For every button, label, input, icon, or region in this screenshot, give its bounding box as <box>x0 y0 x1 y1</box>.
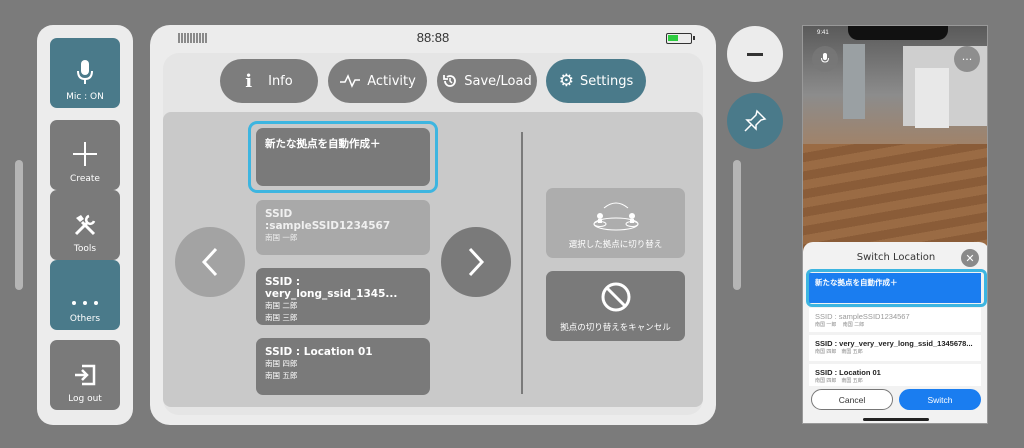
left-resize-handle[interactable] <box>15 160 23 290</box>
close-icon: ✕ <box>965 251 975 265</box>
phone-location-item[interactable]: SSID : sampleSSID1234567 南国 一郎 南国 二郎 <box>809 308 981 332</box>
location-card[interactable]: SSID : Location 01 南国 四郎 南国 五郎 <box>256 338 430 395</box>
panel-divider <box>521 132 523 394</box>
phone-location-title: SSID : Location 01 <box>815 368 881 377</box>
tab-info-label: Info <box>268 73 293 89</box>
phone-switch-button[interactable]: Switch <box>899 389 981 410</box>
others-label: Others <box>69 314 101 324</box>
logout-label: Log out <box>68 394 102 404</box>
cancel-switch-label: 拠点の切り替えをキャンセル <box>560 323 671 333</box>
logout-button[interactable]: Log out <box>50 340 120 410</box>
tab-settings-label: Settings <box>579 73 634 89</box>
pin-button[interactable] <box>727 93 783 149</box>
phone-location-sub: 南国 四郎 南国 五郎 <box>815 378 863 384</box>
history-icon <box>443 75 457 87</box>
tools-label: Tools <box>73 244 97 254</box>
mic-button[interactable]: Mic : ON <box>50 38 120 108</box>
mic-icon <box>821 53 829 63</box>
phone-selection-highlight <box>806 269 987 307</box>
selection-highlight <box>248 121 438 193</box>
tab-activity-label: Activity <box>367 73 416 89</box>
location-switch-icon <box>593 202 638 231</box>
cancel-switch-button[interactable]: 拠点の切り替えをキャンセル <box>546 271 685 341</box>
home-indicator <box>863 418 929 421</box>
tab-save-load[interactable]: Save/Load <box>437 59 537 103</box>
location-card[interactable]: SSID : very_long_ssid_1345... 南国 二郎 南国 三… <box>256 268 430 325</box>
minus-icon <box>747 52 763 56</box>
create-button[interactable]: Create <box>50 120 120 190</box>
right-resize-handle[interactable] <box>733 160 741 290</box>
next-page-button[interactable] <box>441 227 511 297</box>
phone-location-title: SSID : very_very_very_long_ssid_1345678.… <box>815 339 973 348</box>
mic-label: Mic : ON <box>66 92 104 102</box>
more-icon <box>72 301 98 305</box>
minimize-button[interactable] <box>727 26 783 82</box>
battery-icon <box>666 33 695 44</box>
phone-location-sub: 南国 四郎 南国 五郎 <box>815 349 863 355</box>
tools-button[interactable]: Tools <box>50 190 120 260</box>
phone-switch-label: Switch <box>927 394 953 405</box>
gear-icon: ⚙ <box>558 71 574 91</box>
tab-settings[interactable]: ⚙ Settings <box>546 59 646 103</box>
switch-location-label: 選択した拠点に切り替え <box>568 240 663 250</box>
phone-notch <box>848 26 948 40</box>
status-time: 88:88 <box>416 30 450 45</box>
location-card-user: 南国 二郎 <box>265 301 298 310</box>
left-sidebar: Mic : ON Create Tools Others Log out <box>37 25 133 425</box>
phone-status-time: 9:41 <box>817 30 829 36</box>
location-card-title: SSID : very_long_ssid_1345... <box>265 276 398 300</box>
phone-location-item[interactable]: SSID : Location 01 南国 四郎 南国 五郎 <box>809 364 981 386</box>
tools-icon <box>74 214 96 236</box>
location-card-user: 南国 四郎 <box>265 359 298 368</box>
prev-page-button[interactable] <box>175 227 245 297</box>
status-bar: 88:88 <box>150 25 716 53</box>
chevron-right-icon <box>468 247 485 277</box>
tab-activity[interactable]: Activity <box>328 59 427 103</box>
create-label: Create <box>70 174 100 184</box>
sheet-close-button[interactable]: ✕ <box>961 249 979 267</box>
phone-more-button[interactable]: ··· <box>954 46 980 72</box>
cancel-icon <box>601 282 630 312</box>
pin-icon <box>744 109 767 132</box>
phone-location-title: SSID : sampleSSID1234567 <box>815 312 910 321</box>
others-button[interactable]: Others <box>50 260 120 330</box>
location-card-title: SSID :sampleSSID1234567 <box>265 208 391 232</box>
location-card-user: 南国 三郎 <box>265 313 298 322</box>
mic-icon <box>77 60 93 84</box>
location-card[interactable]: SSID :sampleSSID1234567 南国 一郎 <box>256 200 430 255</box>
info-icon: i <box>245 70 253 92</box>
tab-info[interactable]: i Info <box>220 59 318 103</box>
phone-mic-button[interactable] <box>812 46 838 72</box>
activity-icon <box>340 74 361 88</box>
switch-location-button[interactable]: 選択した拠点に切り替え <box>546 188 685 258</box>
logout-icon <box>75 364 96 386</box>
plus-icon <box>73 142 97 166</box>
chevron-left-icon <box>201 247 218 277</box>
location-card-title: SSID : Location 01 <box>265 346 373 358</box>
camera-view: 9:41 ··· <box>803 26 987 256</box>
phone-preview: 9:41 ··· Switch Location ✕ 新たな拠点を自動作成＋ S… <box>802 25 988 424</box>
location-card-user: 南国 一郎 <box>265 233 298 242</box>
phone-location-item[interactable]: SSID : very_very_very_long_ssid_1345678.… <box>809 335 981 361</box>
tab-save-load-label: Save/Load <box>464 73 532 89</box>
phone-location-sub: 南国 一郎 南国 二郎 <box>815 322 865 328</box>
phone-cancel-label: Cancel <box>838 394 866 405</box>
phone-cancel-button[interactable]: Cancel <box>811 389 893 410</box>
location-card-user: 南国 五郎 <box>265 371 298 380</box>
more-icon: ··· <box>961 52 973 66</box>
